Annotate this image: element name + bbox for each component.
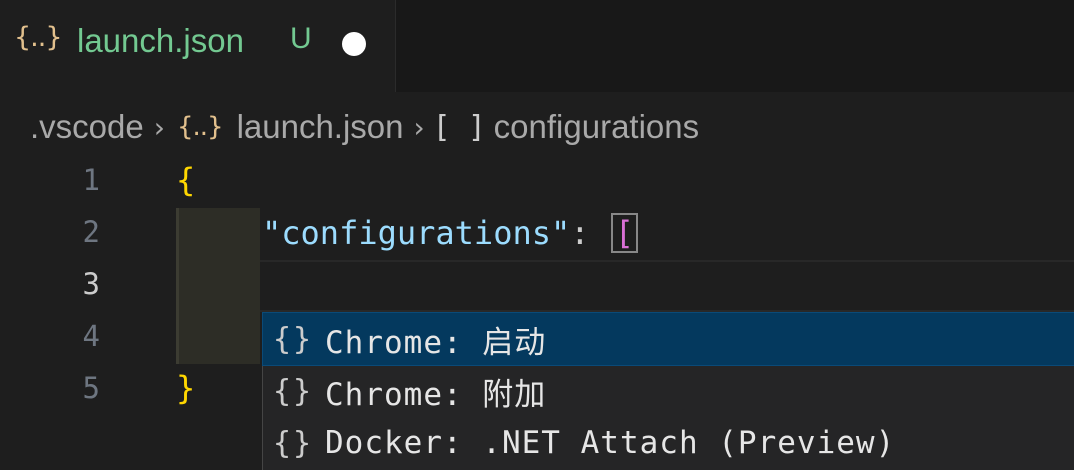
- line-number: 5: [82, 371, 100, 405]
- suggest-item[interactable]: {} Chrome: 附加: [263, 365, 1074, 417]
- code-text: "configurations": [: [262, 213, 639, 253]
- indent-guide: [176, 260, 260, 312]
- breadcrumb-file[interactable]: launch.json: [237, 108, 404, 146]
- close-brace: }: [176, 369, 196, 407]
- suggest-item[interactable]: {} Docker: .NET Attach (Preview): [263, 417, 1074, 469]
- array-symbol-icon: [ ]: [436, 109, 488, 145]
- breadcrumb-folder[interactable]: .vscode: [30, 108, 144, 146]
- colon: :: [570, 214, 590, 252]
- unsaved-dot-icon[interactable]: [342, 32, 366, 56]
- tab-title: launch.json: [77, 22, 244, 59]
- line-number: 2: [82, 215, 100, 249]
- line-number: 4: [82, 319, 100, 353]
- suggest-label: Docker: .NET Attach (Preview): [325, 425, 896, 461]
- code-line-active: 3: [0, 260, 1074, 312]
- breadcrumb: .vscode › {..} launch.json › [ ] configu…: [30, 104, 699, 150]
- indent-guide: [176, 208, 260, 260]
- code-line: 1 {: [0, 156, 1074, 208]
- suggest-widget: {} Chrome: 启动 {} Chrome: 附加 {} Docker: .…: [262, 312, 1074, 470]
- json-key: "configurations": [262, 214, 571, 252]
- vscode-editor-window: {..} launch.json U .vscode › {..} launch…: [0, 0, 1074, 470]
- suggest-label: Chrome: 启动: [325, 324, 547, 361]
- json-file-icon: {..}: [14, 22, 63, 53]
- git-untracked-badge: U: [290, 22, 312, 55]
- line-number: 1: [82, 163, 100, 197]
- chevron-right-icon: ›: [153, 110, 165, 144]
- json-file-icon: {..}: [176, 112, 224, 142]
- indent-guide: [176, 312, 260, 364]
- suggest-item[interactable]: {} Chrome: 启动: [262, 312, 1074, 366]
- open-brace: {: [176, 161, 196, 199]
- line-number: 3: [82, 267, 100, 301]
- snippet-braces-icon: {}: [273, 321, 314, 357]
- matched-bracket: [: [610, 213, 639, 253]
- current-line-highlight: [260, 260, 1074, 312]
- suggest-label: Chrome: 附加: [325, 376, 547, 413]
- tab-bar: {..} launch.json U: [0, 0, 1074, 92]
- code-line: 2 "configurations": [: [0, 208, 1074, 260]
- snippet-braces-icon: {}: [273, 373, 314, 409]
- tab-launch-json[interactable]: {..} launch.json U: [0, 0, 396, 92]
- breadcrumb-symbol[interactable]: configurations: [494, 108, 699, 146]
- chevron-right-icon: ›: [413, 110, 425, 144]
- snippet-braces-icon: {}: [273, 425, 314, 461]
